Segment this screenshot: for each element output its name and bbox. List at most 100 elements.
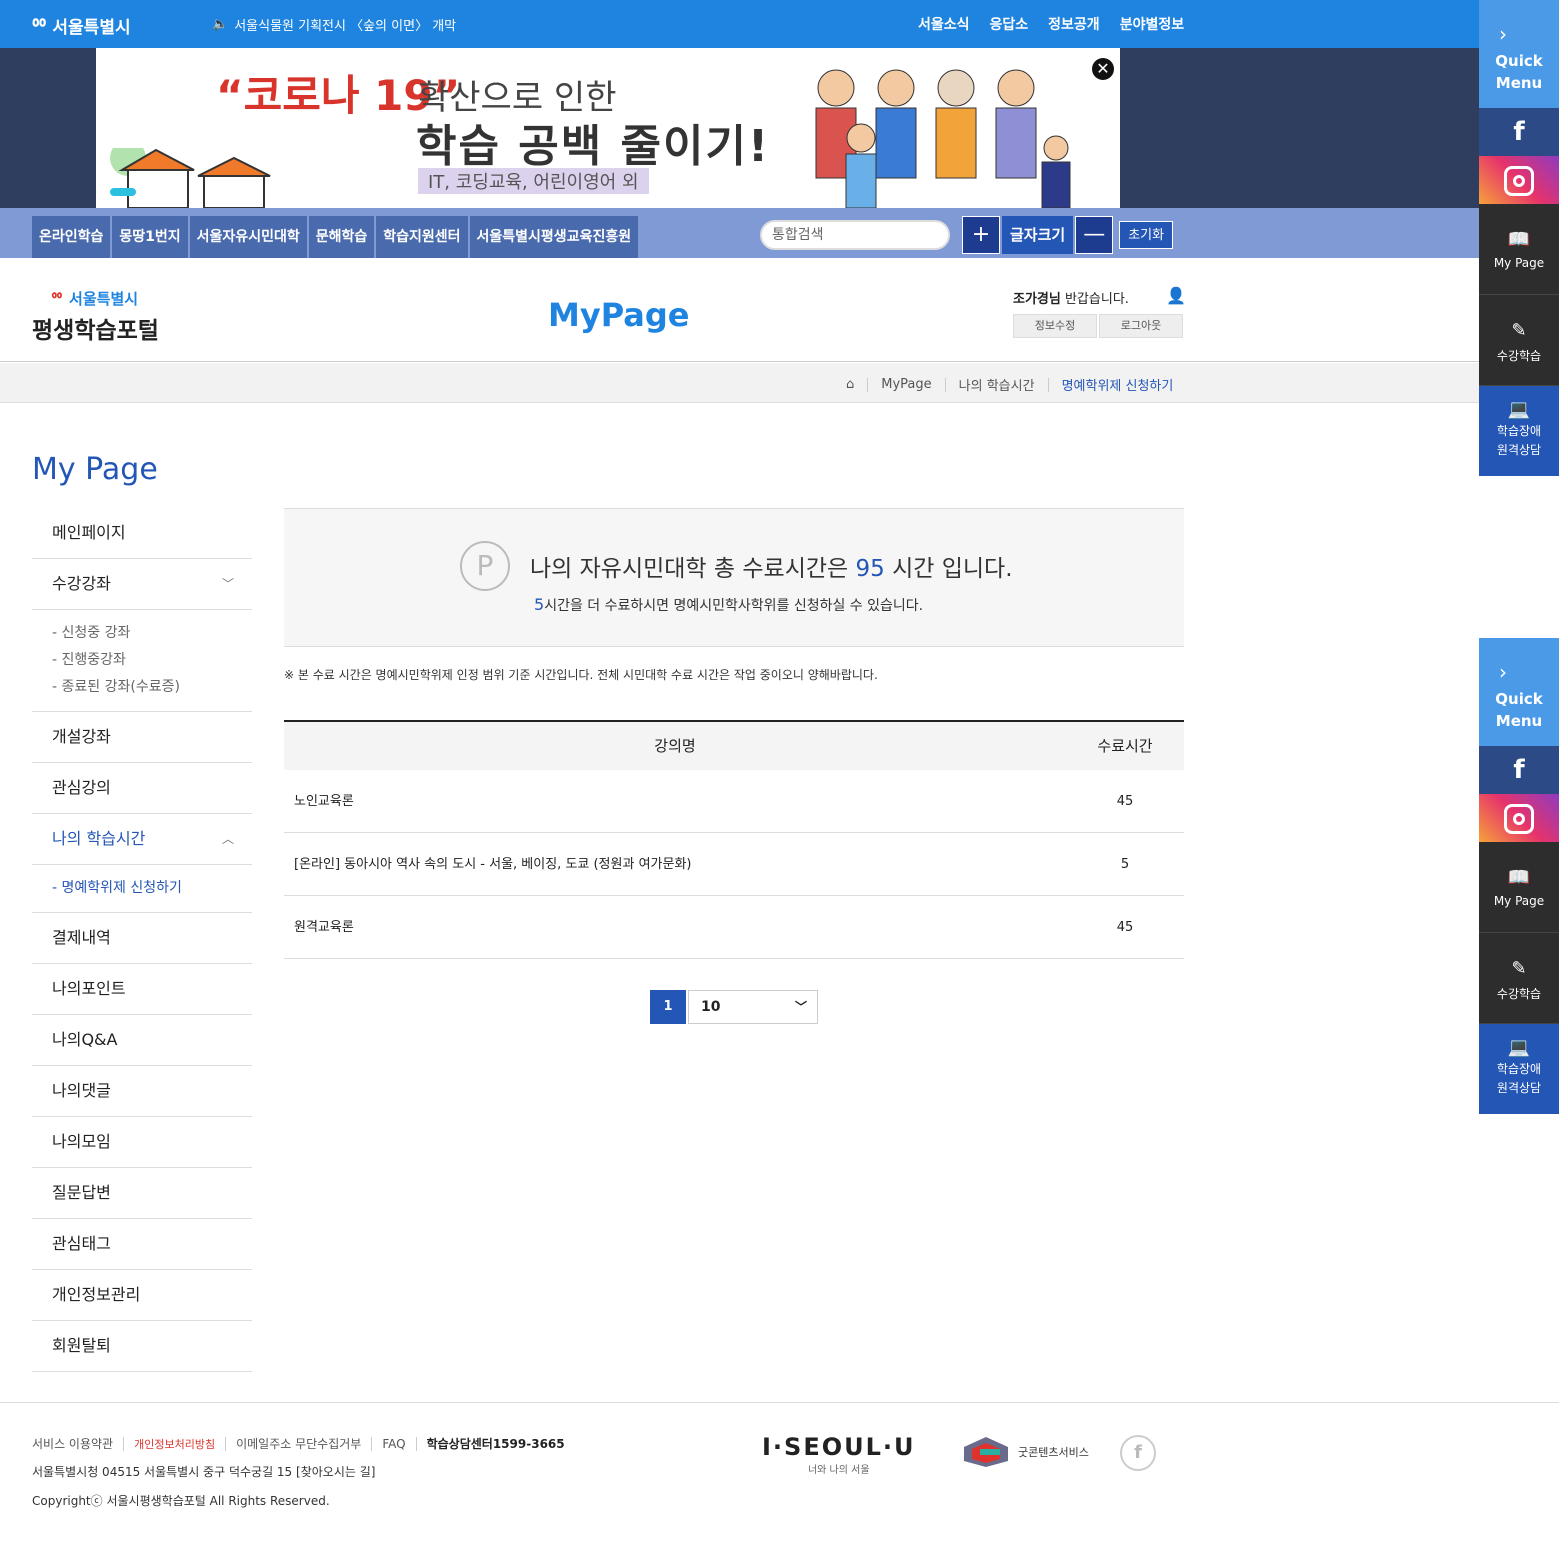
- footer-link-faq[interactable]: FAQ: [382, 1437, 405, 1451]
- footer-link-email-policy[interactable]: 이메일주소 무단수집거부: [236, 1435, 361, 1452]
- top-link-fields[interactable]: 분야별정보: [1120, 14, 1184, 34]
- facebook-icon[interactable]: f: [1120, 1435, 1156, 1471]
- seoul-logo[interactable]: ᅇ 서울특별시: [30, 11, 131, 40]
- footer-address: 서울특별시청 04515 서울특별시 중구 덕수궁길 15 [찾아오시는 길]: [32, 1465, 376, 1479]
- sidebar-item-privacy[interactable]: 개인정보관리: [32, 1270, 252, 1321]
- chevron-down-icon: ﹀: [221, 577, 234, 591]
- footer-copyright: Copyrightⓒ 서울시평생학습포털 All Rights Reserved…: [32, 1494, 330, 1508]
- laptop-icon: 💻: [1507, 399, 1531, 420]
- quick-menu: › Quick Menu f 📖 My Page ✎ 수강학습 💻 학습장애 원격상담: [1479, 0, 1559, 476]
- table-row: [온라인] 동아시아 역사 속의 도시 - 서울, 베이징, 도쿄 (정원과 여…: [284, 833, 1184, 896]
- chevron-right-icon: ›: [1499, 22, 1507, 46]
- pencil-icon: ✎: [1511, 958, 1527, 979]
- font-increase-button[interactable]: +: [962, 216, 1000, 254]
- breadcrumb: ⌂ MyPage 나의 학습시간 명예학위제 신청하기: [0, 363, 1479, 403]
- course-name-cell: 노인교육론: [294, 794, 354, 809]
- facebook-icon[interactable]: f: [1479, 746, 1559, 794]
- page-button-current[interactable]: 1: [650, 990, 686, 1024]
- footer-link-terms[interactable]: 서비스 이용약관: [32, 1435, 113, 1452]
- good-content-logo[interactable]: 굿콘텐츠서비스: [960, 1435, 1089, 1469]
- facebook-icon[interactable]: f: [1479, 108, 1559, 156]
- font-size-control: + 글자크기 — 초기화: [962, 216, 1174, 254]
- sidebar-item-main[interactable]: 메인페이지: [32, 508, 252, 559]
- sidebar-sub-in-progress[interactable]: - 진행중강좌: [52, 647, 252, 674]
- top-link-info[interactable]: 정보공개: [1048, 14, 1100, 34]
- course-hours-cell: 45: [1116, 920, 1134, 935]
- top-link-news[interactable]: 서울소식: [918, 14, 970, 34]
- remaining-hours-value: 5: [534, 595, 545, 614]
- breadcrumb-mypage[interactable]: MyPage: [881, 377, 931, 392]
- font-decrease-button[interactable]: —: [1075, 216, 1114, 254]
- quick-mypage[interactable]: 📖 My Page: [1479, 842, 1559, 933]
- book-icon: 📖: [1507, 229, 1531, 250]
- sidebar-sub-applying[interactable]: - 신청중 강좌: [52, 620, 252, 647]
- quick-menu-duplicate: › Quick Menu f 📖 My Page ✎ 수강학습 💻 학습장애 원격상담: [1479, 638, 1559, 1114]
- completion-summary: P 나의 자유시민대학 총 수료시간은 95 시간 입니다. 5시간을 더 수료…: [284, 508, 1184, 647]
- sidebar-item-learning-time[interactable]: 나의 학습시간 ︿: [32, 814, 252, 865]
- quick-study[interactable]: ✎ 수강학습: [1479, 933, 1559, 1024]
- notice-ticker[interactable]: 🔈 서울식물원 기획전시 〈숲의 이면〉 개막: [212, 15, 456, 34]
- quick-menu-toggle[interactable]: › Quick Menu: [1479, 638, 1559, 746]
- quick-menu-toggle[interactable]: › Quick Menu: [1479, 0, 1559, 108]
- sidebar-item-withdraw[interactable]: 회원탈퇴: [32, 1321, 252, 1372]
- edit-info-button[interactable]: 정보수정: [1013, 314, 1097, 338]
- sidebar-menu: 메인페이지 수강강좌 ﹀ - 신청중 강좌 - 진행중강좌 - 종료된 강좌(수료…: [32, 508, 252, 1372]
- promo-banner[interactable]: “코로나 19” 확산으로 인한 학습 공백 줄이기! IT, 코딩교육, 어린…: [96, 48, 1120, 208]
- sidebar-item-interest[interactable]: 관심강의: [32, 763, 252, 814]
- total-hours-value: 95: [855, 556, 885, 582]
- sidebar-item-courses[interactable]: 수강강좌 ﹀: [32, 559, 252, 610]
- footer-helpline: 학습상담센터1599-3665: [426, 1437, 565, 1451]
- instagram-icon[interactable]: [1479, 156, 1559, 204]
- font-reset-button[interactable]: 초기화: [1119, 221, 1174, 249]
- sidebar-item-tags[interactable]: 관심태그: [32, 1219, 252, 1270]
- nav-tab-citizen-univ[interactable]: 서울자유시민대학: [189, 216, 307, 258]
- sidebar-item-payment[interactable]: 결제내역: [32, 913, 252, 964]
- sidebar-item-comments[interactable]: 나의댓글: [32, 1066, 252, 1117]
- sidebar-title: My Page: [32, 452, 158, 487]
- nav-tab-support-center[interactable]: 학습지원센터: [376, 216, 468, 258]
- laptop-icon: 💻: [1507, 1037, 1531, 1058]
- footer-link-privacy[interactable]: 개인정보처리방침: [134, 1436, 215, 1452]
- sidebar-sub-completed[interactable]: - 종료된 강좌(수료증): [52, 674, 252, 701]
- sidebar-courses-submenu: - 신청중 강좌 - 진행중강좌 - 종료된 강좌(수료증): [32, 610, 252, 712]
- iseoul-logo[interactable]: I·SEOUL·U 너와 나의 서울: [762, 1433, 916, 1476]
- logout-button[interactable]: 로그아웃: [1099, 314, 1183, 338]
- nav-tab-literacy[interactable]: 문해학습: [308, 216, 375, 258]
- sidebar-item-groups[interactable]: 나의모임: [32, 1117, 252, 1168]
- course-name-cell: 원격교육론: [294, 920, 354, 935]
- breadcrumb-learning-time[interactable]: 나의 학습시간: [959, 375, 1035, 394]
- sidebar-item-answers[interactable]: 질문답변: [32, 1168, 252, 1219]
- home-icon[interactable]: ⌂: [846, 377, 854, 392]
- sidebar-item-qa[interactable]: 나의Q&A: [32, 1015, 252, 1066]
- close-icon[interactable]: ✕: [1092, 58, 1114, 80]
- quick-consult[interactable]: 💻 학습장애 원격상담: [1479, 386, 1559, 476]
- quick-consult[interactable]: 💻 학습장애 원격상담: [1479, 1024, 1559, 1114]
- portal-logo[interactable]: ᅇ 서울특별시 평생학습포털: [32, 288, 159, 345]
- instagram-icon[interactable]: [1479, 794, 1559, 842]
- pencil-icon: ✎: [1511, 320, 1527, 341]
- sidebar-learning-submenu: - 명예학위제 신청하기: [32, 865, 252, 913]
- top-link-response[interactable]: 응답소: [990, 14, 1029, 34]
- good-content-icon: [964, 1437, 1008, 1467]
- search-input[interactable]: 통합검색: [760, 220, 950, 250]
- quick-mypage[interactable]: 📖 My Page: [1479, 204, 1559, 295]
- seoul-logo-icon: ᅇ: [30, 15, 49, 39]
- top-links: 서울소식 응답소 정보공개 분야별정보: [918, 14, 1184, 34]
- quick-study[interactable]: ✎ 수강학습: [1479, 295, 1559, 386]
- chevron-down-icon: ﹀: [794, 1000, 807, 1014]
- page-size-select[interactable]: 10 ﹀: [688, 990, 818, 1024]
- nav-tab-online[interactable]: 온라인학습: [32, 216, 111, 258]
- breadcrumb-current[interactable]: 명예학위제 신청하기: [1062, 375, 1174, 394]
- main-nav: 온라인학습 몽땅1번지 서울자유시민대학 문해학습 학습지원센터 서울특별시평생…: [0, 208, 1479, 258]
- nav-tab-institute[interactable]: 서울특별시평생교육진흥원: [469, 216, 639, 258]
- sidebar-item-points[interactable]: 나의포인트: [32, 964, 252, 1015]
- sidebar-item-open[interactable]: 개설강좌: [32, 712, 252, 763]
- family-illustration: [815, 69, 1071, 208]
- sidebar-sub-honorary-degree[interactable]: - 명예학위제 신청하기: [52, 875, 252, 902]
- nav-tab-mongddang[interactable]: 몽땅1번지: [112, 216, 188, 258]
- banner-subline: IT, 코딩교육, 어린이영어 외: [418, 168, 649, 194]
- table-header: 강의명 수료시간: [284, 722, 1184, 770]
- chevron-up-icon: ︿: [221, 832, 234, 846]
- banner-headline-2: 학습 공백 줄이기!: [416, 121, 771, 172]
- course-hours-cell: 45: [1116, 794, 1134, 809]
